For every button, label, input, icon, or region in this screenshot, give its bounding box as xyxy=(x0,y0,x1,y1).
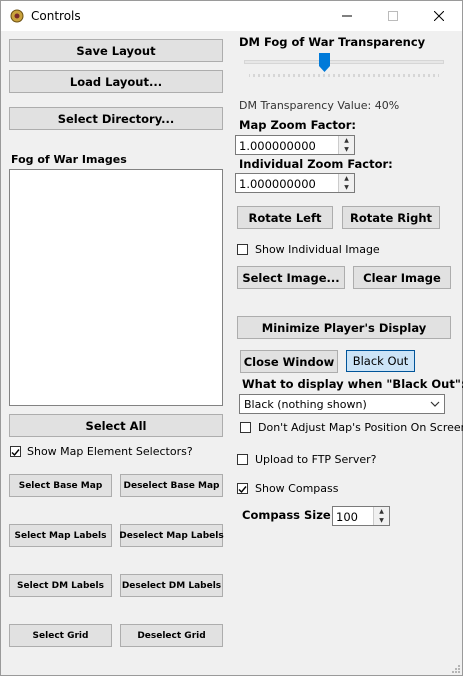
close-window-button[interactable]: Close Window xyxy=(240,350,338,373)
down-arrow-icon[interactable]: ▼ xyxy=(374,516,389,525)
show-individual-checkbox[interactable] xyxy=(237,244,248,255)
up-arrow-icon[interactable]: ▲ xyxy=(339,136,354,145)
window-title: Controls xyxy=(31,9,81,23)
dont-adjust-label: Don't Adjust Map's Position On Screen xyxy=(258,421,463,434)
maximize-icon xyxy=(388,11,398,21)
down-arrow-icon[interactable]: ▼ xyxy=(339,183,354,192)
deselect-map-labels-button[interactable]: Deselect Map Labels xyxy=(119,524,224,547)
minimize-window-button[interactable] xyxy=(324,1,370,31)
select-grid-button[interactable]: Select Grid xyxy=(9,624,112,647)
black-out-dropdown[interactable]: Black (nothing shown) xyxy=(239,394,445,414)
fog-images-list[interactable] xyxy=(9,169,223,406)
transparency-slider-thumb[interactable] xyxy=(319,53,330,72)
app-icon xyxy=(10,9,24,23)
individual-zoom-input[interactable]: 1.000000000 ▲ ▼ xyxy=(235,173,355,193)
show-selectors-label: Show Map Element Selectors? xyxy=(27,445,193,458)
clear-image-button[interactable]: Clear Image xyxy=(353,266,451,289)
select-base-map-button[interactable]: Select Base Map xyxy=(9,474,112,497)
select-dm-labels-button[interactable]: Select DM Labels xyxy=(9,574,112,597)
minimize-icon xyxy=(342,15,352,17)
deselect-grid-button[interactable]: Deselect Grid xyxy=(120,624,223,647)
map-zoom-value: 1.000000000 xyxy=(239,139,316,153)
resize-grip-icon[interactable] xyxy=(450,663,460,673)
down-arrow-icon[interactable]: ▼ xyxy=(339,145,354,154)
minimize-display-button[interactable]: Minimize Player's Display xyxy=(237,316,451,339)
individual-zoom-value: 1.000000000 xyxy=(239,177,316,191)
transparency-title: DM Fog of War Transparency xyxy=(239,35,426,49)
show-compass-checkbox[interactable] xyxy=(237,483,248,494)
compass-size-label: Compass Size: xyxy=(242,508,336,522)
map-zoom-label: Map Zoom Factor: xyxy=(239,118,356,132)
up-arrow-icon[interactable]: ▲ xyxy=(374,507,389,516)
dont-adjust-checkbox[interactable] xyxy=(240,422,251,433)
slider-ticks xyxy=(249,74,439,77)
close-icon xyxy=(434,11,444,21)
title-bar: Controls xyxy=(1,1,462,31)
select-image-button[interactable]: Select Image... xyxy=(237,266,345,289)
maximize-window-button[interactable] xyxy=(370,1,416,31)
black-out-button[interactable]: Black Out xyxy=(346,350,415,372)
individual-zoom-spinner[interactable]: ▲ ▼ xyxy=(338,174,354,192)
deselect-dm-labels-button[interactable]: Deselect DM Labels xyxy=(120,574,223,597)
show-individual-label: Show Individual Image xyxy=(255,243,380,256)
fog-images-label: Fog of War Images xyxy=(11,153,127,166)
transparency-slider-track[interactable] xyxy=(244,60,444,64)
check-icon xyxy=(238,486,247,494)
show-compass-label: Show Compass xyxy=(255,482,339,495)
load-layout-button[interactable]: Load Layout... xyxy=(9,70,223,93)
show-selectors-checkbox[interactable] xyxy=(10,446,21,457)
save-layout-button[interactable]: Save Layout xyxy=(9,39,223,62)
compass-size-spinner[interactable]: ▲ ▼ xyxy=(373,507,389,525)
check-icon xyxy=(11,449,20,457)
upload-ftp-checkbox[interactable] xyxy=(237,454,248,465)
individual-zoom-label: Individual Zoom Factor: xyxy=(239,157,393,171)
select-all-button[interactable]: Select All xyxy=(9,414,223,437)
select-map-labels-button[interactable]: Select Map Labels xyxy=(9,524,112,547)
map-zoom-spinner[interactable]: ▲ ▼ xyxy=(338,136,354,154)
rotate-left-button[interactable]: Rotate Left xyxy=(237,206,333,229)
deselect-base-map-button[interactable]: Deselect Base Map xyxy=(120,474,223,497)
compass-size-input[interactable]: 100 ▲ ▼ xyxy=(332,506,390,526)
map-zoom-input[interactable]: 1.000000000 ▲ ▼ xyxy=(235,135,355,155)
up-arrow-icon[interactable]: ▲ xyxy=(339,174,354,183)
chevron-down-icon xyxy=(430,401,440,407)
compass-size-value: 100 xyxy=(336,510,358,524)
what-to-display-label: What to display when "Black Out": xyxy=(242,377,463,391)
select-directory-button[interactable]: Select Directory... xyxy=(9,107,223,130)
rotate-right-button[interactable]: Rotate Right xyxy=(342,206,440,229)
controls-window: Controls Save Layout Load Layout... Sele… xyxy=(0,0,463,676)
close-window-x-button[interactable] xyxy=(416,1,462,31)
transparency-value-label: DM Transparency Value: 40% xyxy=(239,99,400,112)
upload-ftp-label: Upload to FTP Server? xyxy=(255,453,377,466)
black-out-option: Black (nothing shown) xyxy=(244,398,367,411)
